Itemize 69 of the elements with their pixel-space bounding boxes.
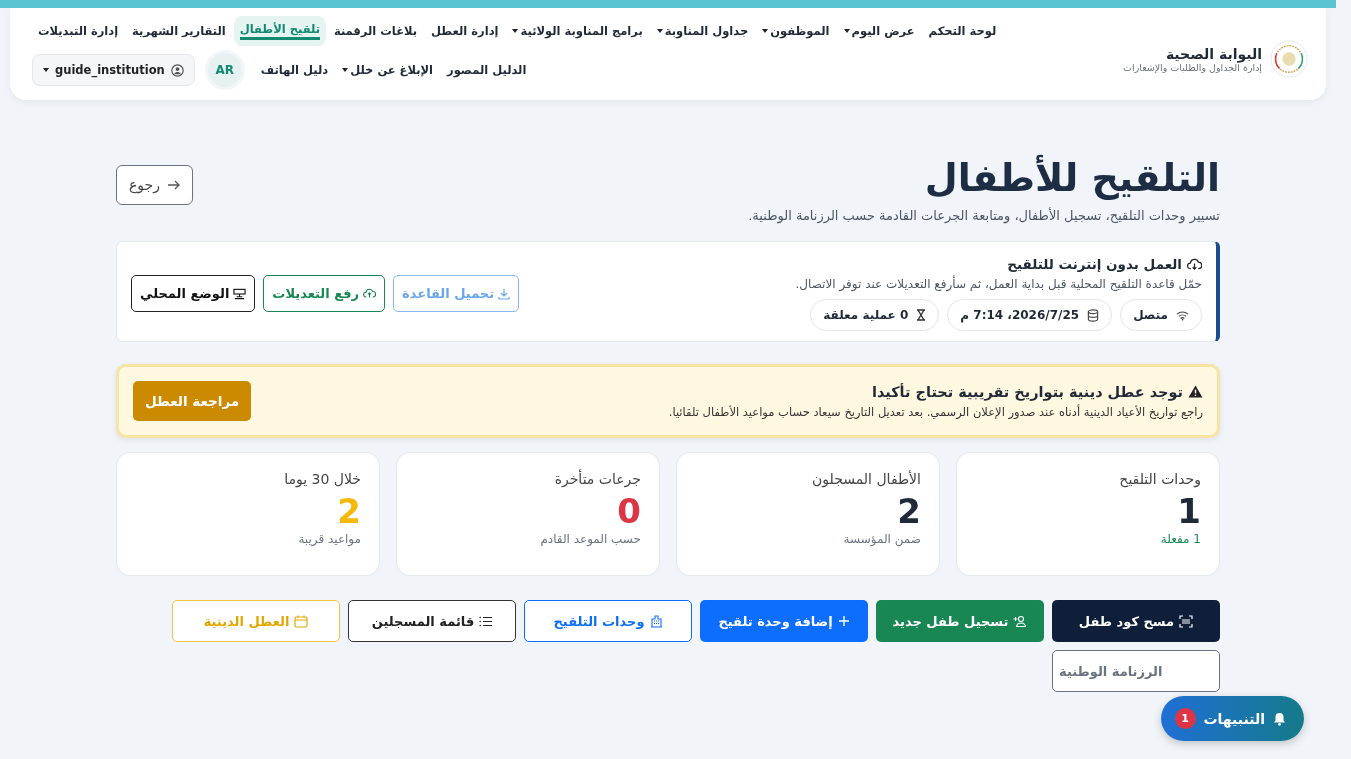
user-icon xyxy=(170,63,184,77)
action-button[interactable]: قائمة المسجلين xyxy=(348,600,516,642)
offline-action-button[interactable]: الوضع المحلي xyxy=(131,275,256,312)
offline-action-button[interactable]: رفع التعديلات xyxy=(263,275,386,312)
back-button[interactable]: رجوع xyxy=(116,165,193,205)
brand-title: البوابة الصحية xyxy=(1164,45,1262,62)
caret-icon xyxy=(43,68,49,72)
nav-link[interactable]: الإبلاغ عن خلل xyxy=(336,57,440,83)
stat-label: الأطفال المسجلون xyxy=(811,471,921,487)
nav-link[interactable]: إدارة العطل xyxy=(425,18,505,44)
network-icon xyxy=(233,287,247,300)
emblem-logo-icon xyxy=(1270,40,1308,78)
wifi-icon xyxy=(1176,309,1189,321)
caret-icon xyxy=(342,68,349,72)
page-subtitle: تسيير وحدات التلقيح، تسجيل الأطفال، ومتابعة الجرعات القادمة حسب الرزنامة الوطنية. xyxy=(748,208,1220,223)
action-button[interactable]: الرزنامة الوطنية xyxy=(1052,650,1220,692)
nav-link[interactable]: دليل الهاتف xyxy=(254,57,335,83)
stat-value: 0 xyxy=(616,493,641,531)
stat-label: وحدات التلقيح xyxy=(1118,471,1201,487)
building-icon xyxy=(649,614,663,628)
stat-note: مواعيد قريبة xyxy=(297,532,361,547)
warning-icon xyxy=(1188,385,1203,398)
warning-title: توجد عطل دينية بتواريخ تقريبية تحتاج تأكيدا xyxy=(668,383,1203,400)
nav-link[interactable]: عرض اليوم xyxy=(837,18,921,44)
offline-description: حمّل قاعدة التلقيح المحلية قبل بداية العمل، ثم سأرفع التعديلات عند توفر الاتصال. xyxy=(795,277,1202,291)
notification-count-badge: 1 xyxy=(1174,708,1196,729)
caret-icon xyxy=(512,29,519,33)
hourglass-icon xyxy=(916,309,927,321)
action-button[interactable]: وحدات التلقيح xyxy=(524,600,692,642)
stat-label: خلال 30 يوما xyxy=(283,471,361,487)
download-icon xyxy=(498,287,511,300)
nav-link[interactable]: تلقيح الأطفال xyxy=(233,16,326,46)
stat-note: 1 مفعلة xyxy=(1159,532,1201,547)
list-icon xyxy=(479,615,493,627)
stat-note: ضمن المؤسسة xyxy=(842,532,921,547)
stat-value: 2 xyxy=(896,493,921,531)
warning-text: راجع تواريخ الأعياد الدينية أدناه عند صدور الإعلان الرسمي. بعد تعديل التاريخ سيعاد حساب مواعيد الأطفال تلقائيا. xyxy=(668,404,1203,419)
offline-title: العمل بدون إنترنت للتلقيح xyxy=(795,256,1202,272)
nav-link[interactable]: بلاغات الرقمنة xyxy=(327,18,424,44)
nav-link[interactable]: برامج المناوبة الولائية xyxy=(506,18,649,44)
nav-link[interactable]: جداول المناوبة xyxy=(650,18,755,44)
nav-link[interactable]: الموظفون xyxy=(756,18,836,44)
caret-icon xyxy=(843,29,850,33)
user-menu-button[interactable]: guide_institution xyxy=(32,54,195,86)
language-badge[interactable]: AR xyxy=(204,50,245,90)
brand-subtitle: إدارة الجداول والطلبات والإشعارات xyxy=(1123,61,1262,73)
bell-icon xyxy=(1273,711,1286,726)
caret-icon xyxy=(656,29,663,33)
stat-value: 2 xyxy=(336,493,361,531)
database-icon xyxy=(1087,308,1100,322)
cloud-download-icon xyxy=(1187,257,1202,271)
action-button[interactable]: مسح كود طفل xyxy=(1052,600,1220,642)
arrow-icon xyxy=(166,180,180,190)
nav-link[interactable]: التقارير الشهرية xyxy=(126,18,232,44)
action-button[interactable]: تسجيل طفل جديد xyxy=(876,600,1044,642)
scan-icon xyxy=(1179,614,1194,628)
calendar-icon xyxy=(294,614,309,628)
action-button[interactable]: إضافة وحدة تلقيح xyxy=(700,600,868,642)
caret-icon xyxy=(762,29,769,33)
nav-link[interactable]: لوحة التحكم xyxy=(922,18,1003,44)
person-add-icon xyxy=(1013,615,1028,627)
stat-note: حسب الموعد القادم xyxy=(539,532,641,547)
nav-link[interactable]: الدليل المصور xyxy=(441,57,533,83)
plus-icon xyxy=(837,615,850,627)
stat-value: 1 xyxy=(1176,493,1201,531)
page-title: التلقيح للأطفال xyxy=(923,156,1220,200)
nav-link[interactable]: إدارة التبديلات xyxy=(32,18,125,44)
stat-label: جرعات متأخرة xyxy=(553,471,641,487)
cloud-upload-icon xyxy=(363,288,377,299)
